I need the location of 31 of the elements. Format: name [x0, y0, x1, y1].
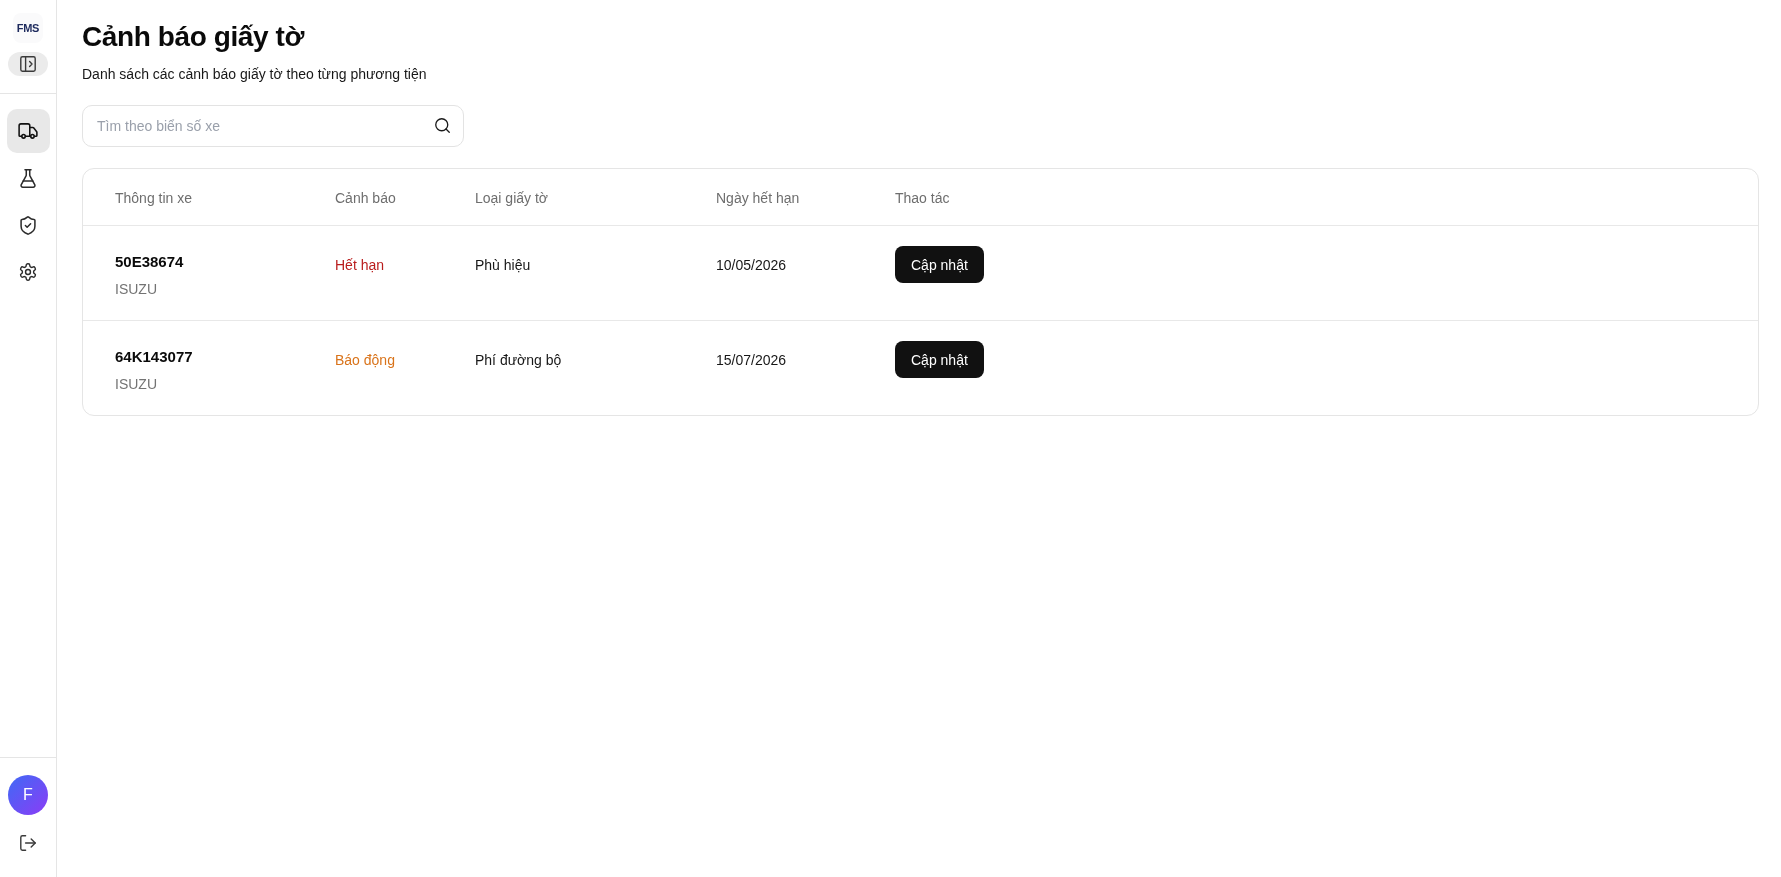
logout-icon[interactable]: [20, 835, 36, 851]
sidebar-toggle-button[interactable]: [8, 52, 48, 76]
expiry-date: 15/07/2026: [716, 352, 787, 368]
search-field[interactable]: Tìm theo biển số xe: [82, 105, 464, 147]
license-plate: 50E38674: [115, 252, 184, 272]
page-title: Cảnh báo giấy tờ: [82, 20, 304, 54]
nav-item[interactable]: [6, 109, 50, 153]
page-subtitle: Danh sách các cảnh báo giấy tờ theo từng phương tiện: [82, 65, 427, 84]
settings-icon: [19, 263, 37, 281]
alert-status: Báo động: [335, 352, 395, 368]
shield-check-icon: [20, 215, 36, 235]
document-type: Phù hiệu: [475, 257, 531, 273]
vehicle-model: ISUZU: [115, 375, 157, 394]
search-icon[interactable]: [435, 118, 450, 133]
truck-icon: [18, 123, 38, 139]
vehicle-model: ISUZU: [115, 280, 157, 299]
app-logo: FMS: [13, 13, 43, 43]
sidebar-panel-icon: [20, 56, 36, 72]
column-header: Cảnh báo: [335, 190, 396, 206]
document-type: Phí đường bộ: [475, 352, 562, 368]
license-plate: 64K143077: [115, 347, 193, 367]
flask-icon: [20, 168, 36, 188]
column-header: Thao tác: [895, 190, 950, 206]
column-header: Thông tin xe: [115, 190, 193, 206]
expiry-date: 10/05/2026: [716, 257, 787, 273]
update-button[interactable]: Cập nhật: [895, 246, 984, 283]
column-header: Ngày hết hạn: [716, 190, 800, 206]
alert-status: Hết hạn: [335, 257, 385, 273]
column-header: Loại giấy tờ: [475, 190, 548, 206]
update-button[interactable]: Cập nhật: [895, 341, 984, 378]
user-avatar[interactable]: F: [8, 775, 48, 815]
